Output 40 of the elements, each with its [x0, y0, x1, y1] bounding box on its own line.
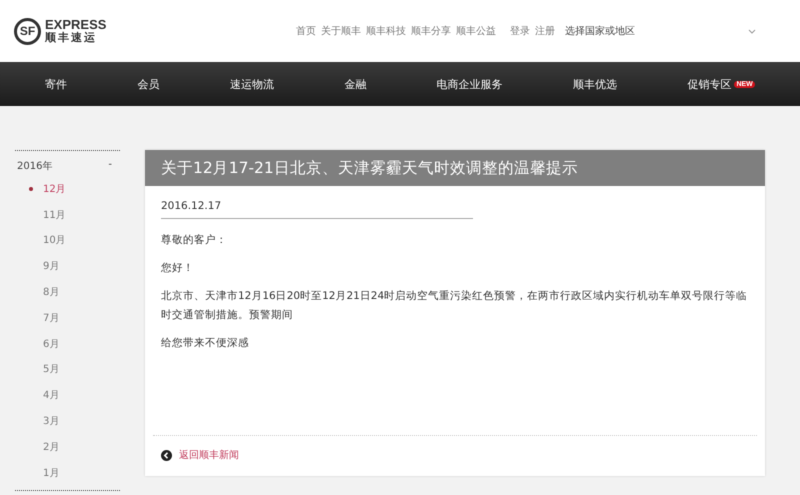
month-link[interactable]: 11月 — [15, 202, 120, 228]
article-title: 关于12月17-21日北京、天津雾霾天气时效调整的温馨提示 — [145, 150, 765, 186]
nav-item[interactable]: 会员 — [138, 76, 160, 92]
region-select[interactable]: 选择国家或地区 — [565, 24, 635, 38]
article-paragraph: 给您带来不便深感 — [161, 336, 250, 351]
top-link[interactable]: 顺丰公益 — [456, 24, 496, 38]
caret-icon[interactable] — [748, 28, 756, 34]
month-link[interactable]: 12月 — [15, 176, 120, 202]
nav-item[interactable]: 顺丰优选 — [573, 76, 618, 92]
month-link[interactable]: 1月 — [15, 460, 120, 486]
month-link[interactable]: 2月 — [15, 434, 120, 460]
month-link[interactable]: 5月 — [15, 356, 120, 382]
article-date: 2016.12.17 — [161, 200, 473, 219]
nav-item[interactable]: 电商企业服务 — [436, 76, 503, 92]
year-label[interactable]: 2016年 — [17, 159, 52, 176]
nav-item[interactable]: 速运物流 — [230, 76, 274, 92]
article-paragraph: 北京市、天津市12月16日20时至12月21日24时启动空气重污染红色预警，在两市行政区域内实行机动车单双号限行等临时交通管制措施。预警期间 — [161, 289, 748, 323]
top-link[interactable]: 关于顺丰 — [321, 24, 361, 38]
month-link[interactable]: 9月 — [15, 253, 120, 280]
month-link[interactable]: 4月 — [15, 382, 120, 408]
nav-item[interactable]: 寄件 — [45, 76, 68, 92]
article-paragraph: 尊敬的客户： — [161, 233, 228, 248]
collapse-toggle[interactable]: - — [108, 159, 112, 176]
top-link[interactable]: 顺丰科技 — [366, 24, 406, 38]
account-link[interactable]: 登录 — [510, 24, 530, 38]
month-link[interactable]: 3月 — [15, 408, 120, 434]
month-link[interactable]: 10月 — [15, 228, 120, 254]
top-link[interactable]: 顺丰分享 — [411, 24, 451, 38]
month-link[interactable]: 7月 — [15, 304, 120, 331]
nav-item[interactable]: 金融 — [344, 76, 366, 92]
back-link[interactable]: 返回顺丰新闻 — [179, 448, 239, 462]
bullet-icon — [29, 186, 33, 191]
article-paragraph: 您好！ — [161, 261, 195, 276]
logo-brand: EXPRESS — [45, 18, 106, 32]
logo-name: 顺丰速运 — [45, 32, 98, 44]
logo-mark[interactable]: SF — [14, 18, 41, 44]
account-link[interactable]: 注册 — [535, 24, 555, 38]
top-link[interactable]: 首页 — [296, 24, 316, 38]
month-link[interactable]: 8月 — [15, 279, 120, 305]
month-link[interactable]: 6月 — [15, 330, 120, 357]
